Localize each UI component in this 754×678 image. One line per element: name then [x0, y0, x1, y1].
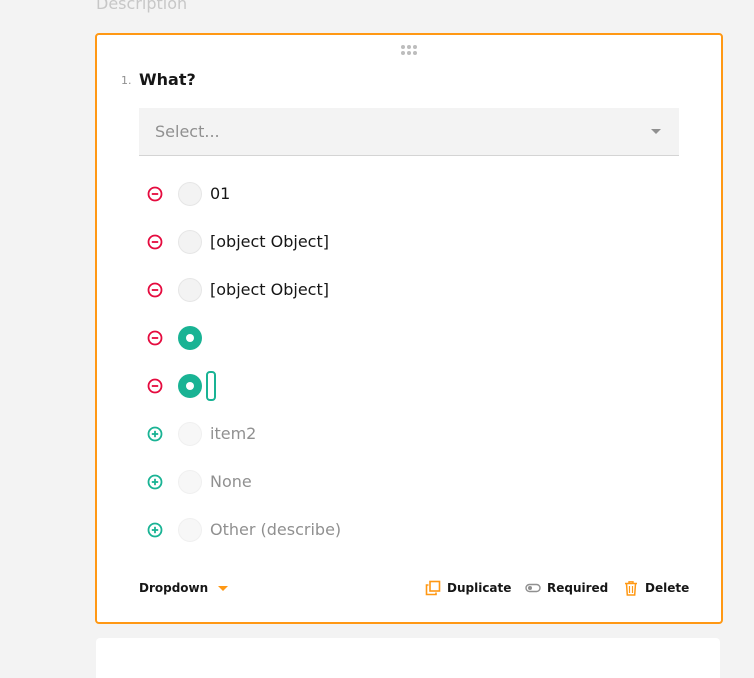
question-footer: Dropdown Duplicate Required Delete [97, 579, 721, 599]
required-label: Required [547, 581, 609, 595]
delete-button[interactable]: Delete [623, 580, 689, 596]
next-question-card[interactable] [96, 638, 720, 678]
choice-radio[interactable] [178, 230, 202, 254]
question-title[interactable]: What? [139, 70, 196, 89]
choice-label[interactable]: 01 [210, 183, 230, 205]
plus-circle-icon[interactable] [147, 474, 163, 490]
choice-item [147, 325, 647, 351]
required-toggle[interactable]: Required [525, 580, 608, 596]
minus-circle-icon[interactable] [147, 234, 163, 250]
duplicate-icon [425, 580, 441, 596]
choice-item: item2 [147, 421, 647, 447]
choice-radio-checked[interactable] [178, 326, 202, 350]
duplicate-button[interactable]: Duplicate [425, 580, 511, 596]
trash-icon [625, 581, 637, 596]
choice-radio[interactable] [178, 422, 202, 446]
minus-circle-icon[interactable] [147, 186, 163, 202]
chevron-down-icon [218, 585, 229, 591]
duplicate-label: Duplicate [447, 581, 512, 595]
choice-radio[interactable] [178, 278, 202, 302]
choice-label[interactable]: item2 [210, 423, 256, 445]
select-placeholder: Select... [155, 122, 220, 141]
choice-item: Other (describe) [147, 517, 647, 543]
minus-circle-icon[interactable] [147, 282, 163, 298]
choice-item: [object Object] [147, 277, 647, 303]
minus-circle-icon[interactable] [147, 330, 163, 346]
choice-item: None [147, 469, 647, 495]
plus-circle-icon[interactable] [147, 522, 163, 538]
choice-item: [object Object] [147, 229, 647, 255]
choice-label[interactable]: Other (describe) [210, 519, 341, 541]
choice-radio[interactable] [178, 518, 202, 542]
question-type-label: Dropdown [139, 581, 209, 595]
question-number: 1. [121, 74, 132, 87]
choice-item: 01 [147, 181, 647, 207]
choice-label[interactable]: [object Object] [210, 231, 329, 253]
choice-label[interactable]: [object Object] [210, 279, 329, 301]
choice-radio-checked[interactable] [178, 374, 202, 398]
drag-handle-icon[interactable] [401, 45, 419, 57]
choice-radio[interactable] [178, 470, 202, 494]
description-label: Description [96, 0, 188, 13]
minus-circle-icon[interactable] [147, 378, 163, 394]
delete-label: Delete [645, 581, 690, 595]
chevron-down-icon [651, 129, 661, 134]
toggle-icon [525, 583, 541, 593]
choice-label[interactable]: None [210, 471, 252, 493]
question-type-button[interactable]: Dropdown [139, 581, 229, 595]
question-card[interactable]: 1. What? Select... 01 [object Object] [o… [95, 33, 723, 624]
dropdown-select[interactable]: Select... [139, 108, 679, 156]
choice-edit-field[interactable] [206, 371, 216, 401]
plus-circle-icon[interactable] [147, 426, 163, 442]
choice-item [147, 371, 647, 401]
choice-radio[interactable] [178, 182, 202, 206]
